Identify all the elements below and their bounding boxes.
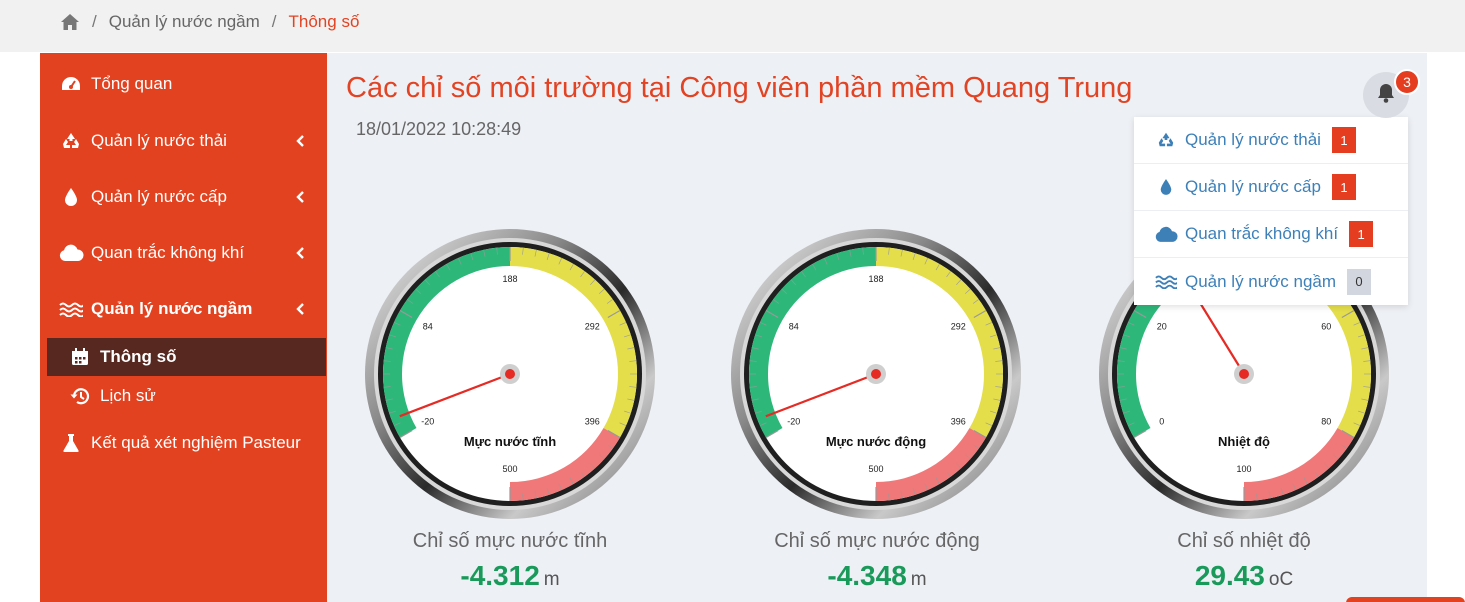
breadcrumb: / Quản lý nước ngầm / Thông số — [60, 12, 359, 32]
gauge-tick-label: 500 — [502, 464, 517, 474]
gauge-value-number: -4.348 — [827, 560, 907, 591]
page-title: Các chỉ số môi trường tại Công viên phần… — [346, 72, 1133, 104]
scroll-top-tab[interactable] — [1346, 597, 1465, 602]
gauge-label: Mực nước động — [826, 434, 926, 449]
gauge-tick-label: 396 — [585, 417, 600, 427]
gauge-tick-label: -20 — [787, 417, 800, 427]
chevron-left-icon — [295, 245, 305, 265]
home-icon[interactable] — [60, 13, 80, 31]
gauge-tick-label: 0 — [1159, 417, 1164, 427]
notification-item-label: Quản lý nước ngầm — [1185, 271, 1337, 291]
notification-item-label: Quản lý nước cấp — [1185, 177, 1321, 196]
gauge-tick-label: 20 — [1157, 322, 1167, 332]
bell-icon — [1376, 82, 1396, 109]
water-drop-icon — [1154, 178, 1178, 196]
flask-icon — [57, 433, 85, 453]
gauge-tick-label: 60 — [1321, 322, 1331, 332]
gauge-value-number: -4.312 — [460, 560, 540, 591]
sidebar-item-air-monitoring[interactable]: Quan trắc không khí — [40, 231, 327, 275]
gauge-value: -4.348 m — [727, 560, 1027, 592]
sidebar-item-parameters[interactable]: Thông số — [47, 338, 326, 376]
sidebar-item-label: Kết quả xét nghiệm Pasteur — [91, 433, 301, 452]
cloud-icon — [1154, 226, 1178, 243]
sidebar-item-label: Quan trắc không khí — [91, 243, 245, 262]
notification-item-air-monitoring[interactable]: Quan trắc không khí 1 — [1134, 211, 1408, 258]
sidebar-item-label: Quản lý nước thải — [91, 131, 227, 150]
gauge-tick-label: 188 — [868, 274, 883, 284]
notification-count-badge: 1 — [1331, 174, 1356, 200]
waves-icon — [57, 301, 85, 317]
breadcrumb-separator: / — [271, 12, 277, 31]
chevron-left-icon — [295, 189, 305, 209]
gauge-static-water-level: -20 84 188 292 396 500 Mực nước tĩnh — [365, 229, 655, 519]
notification-count-badge: 1 — [1349, 221, 1374, 247]
gauge-tick-label: 292 — [585, 322, 600, 332]
gauge-caption: Chỉ số mực nước động — [774, 530, 980, 552]
gauge-tick-label: 188 — [502, 274, 517, 284]
notification-dropdown: Quản lý nước thải 1 Quản lý nước cấp 1 Q… — [1134, 117, 1408, 305]
sidebar-item-groundwater[interactable]: Quản lý nước ngầm — [40, 287, 327, 331]
sidebar-item-water-supply[interactable]: Quản lý nước cấp — [40, 175, 327, 219]
gauge-tick-label: 396 — [951, 417, 966, 427]
water-drop-icon — [57, 187, 85, 207]
timestamp: 18/01/2022 10:28:49 — [356, 119, 522, 139]
breadcrumb-item-parameters: Thông số — [288, 12, 360, 31]
gauge-tick-label: 100 — [1236, 464, 1251, 474]
sidebar-item-label: Tổng quan — [91, 74, 173, 93]
gauge-tick-label: 292 — [951, 322, 966, 332]
sidebar-item-label: Thông số — [100, 347, 177, 366]
gauge-tick-label: -20 — [421, 417, 434, 427]
gauge-value-unit: oC — [1268, 569, 1294, 590]
gauge-value-unit: m — [543, 569, 560, 590]
recycle-icon — [1154, 131, 1178, 149]
gauge-value: 29.43 oC — [1094, 560, 1394, 592]
waves-icon — [1154, 274, 1178, 289]
gauge-label: Nhiệt độ — [1218, 434, 1270, 449]
chevron-left-icon — [295, 301, 305, 321]
cloud-icon — [57, 244, 85, 262]
gauge-value: -4.312 m — [360, 560, 660, 592]
recycle-icon — [57, 131, 85, 151]
notification-item-wastewater[interactable]: Quản lý nước thải 1 — [1134, 117, 1408, 164]
chevron-left-icon — [295, 133, 305, 153]
notification-item-water-supply[interactable]: Quản lý nước cấp 1 — [1134, 164, 1408, 211]
gauge-caption: Chỉ số nhiệt độ — [1177, 530, 1311, 552]
calendar-icon — [66, 347, 94, 367]
notification-item-label: Quan trắc không khí — [1185, 224, 1339, 243]
sidebar-item-wastewater[interactable]: Quản lý nước thải — [40, 119, 327, 163]
gauge-dynamic-water-level: -20 84 188 292 396 500 Mực nước động — [731, 229, 1021, 519]
sidebar-item-overview[interactable]: Tổng quan — [40, 62, 327, 106]
top-bar: / Quản lý nước ngầm / Thông số — [0, 0, 1465, 52]
gauge-value-unit: m — [910, 569, 927, 590]
gauge-value-number: 29.43 — [1194, 560, 1265, 591]
gauge-tick-label: 500 — [868, 464, 883, 474]
dashboard-icon — [57, 75, 85, 93]
gauge-caption: Chỉ số mực nước tĩnh — [412, 530, 608, 552]
sidebar-item-label: Lịch sử — [100, 386, 156, 405]
gauge-tick-label: 84 — [423, 322, 433, 332]
notification-count-badge: 0 — [1347, 268, 1372, 295]
breadcrumb-item-groundwater[interactable]: Quản lý nước ngầm — [109, 12, 260, 32]
sidebar: Tổng quan Quản lý nước thải Quản lý nước… — [40, 53, 327, 602]
notification-item-groundwater[interactable]: Quản lý nước ngầm 0 — [1134, 258, 1408, 305]
sidebar-item-label: Quản lý nước ngầm — [91, 299, 253, 318]
notification-count-badge: 3 — [1394, 69, 1420, 95]
history-icon — [66, 386, 94, 406]
gauge-tick-label: 80 — [1321, 417, 1331, 427]
notification-count-badge: 1 — [1331, 127, 1356, 153]
gauge-tick-label: 84 — [789, 322, 799, 332]
sidebar-item-history[interactable]: Lịch sử — [40, 377, 327, 415]
breadcrumb-separator: / — [92, 12, 97, 31]
gauge-label: Mực nước tĩnh — [464, 434, 556, 449]
notification-item-label: Quản lý nước thải — [1185, 130, 1321, 149]
sidebar-item-label: Quản lý nước cấp — [91, 187, 227, 206]
sidebar-item-pasteur-results[interactable]: Kết quả xét nghiệm Pasteur — [40, 421, 327, 465]
